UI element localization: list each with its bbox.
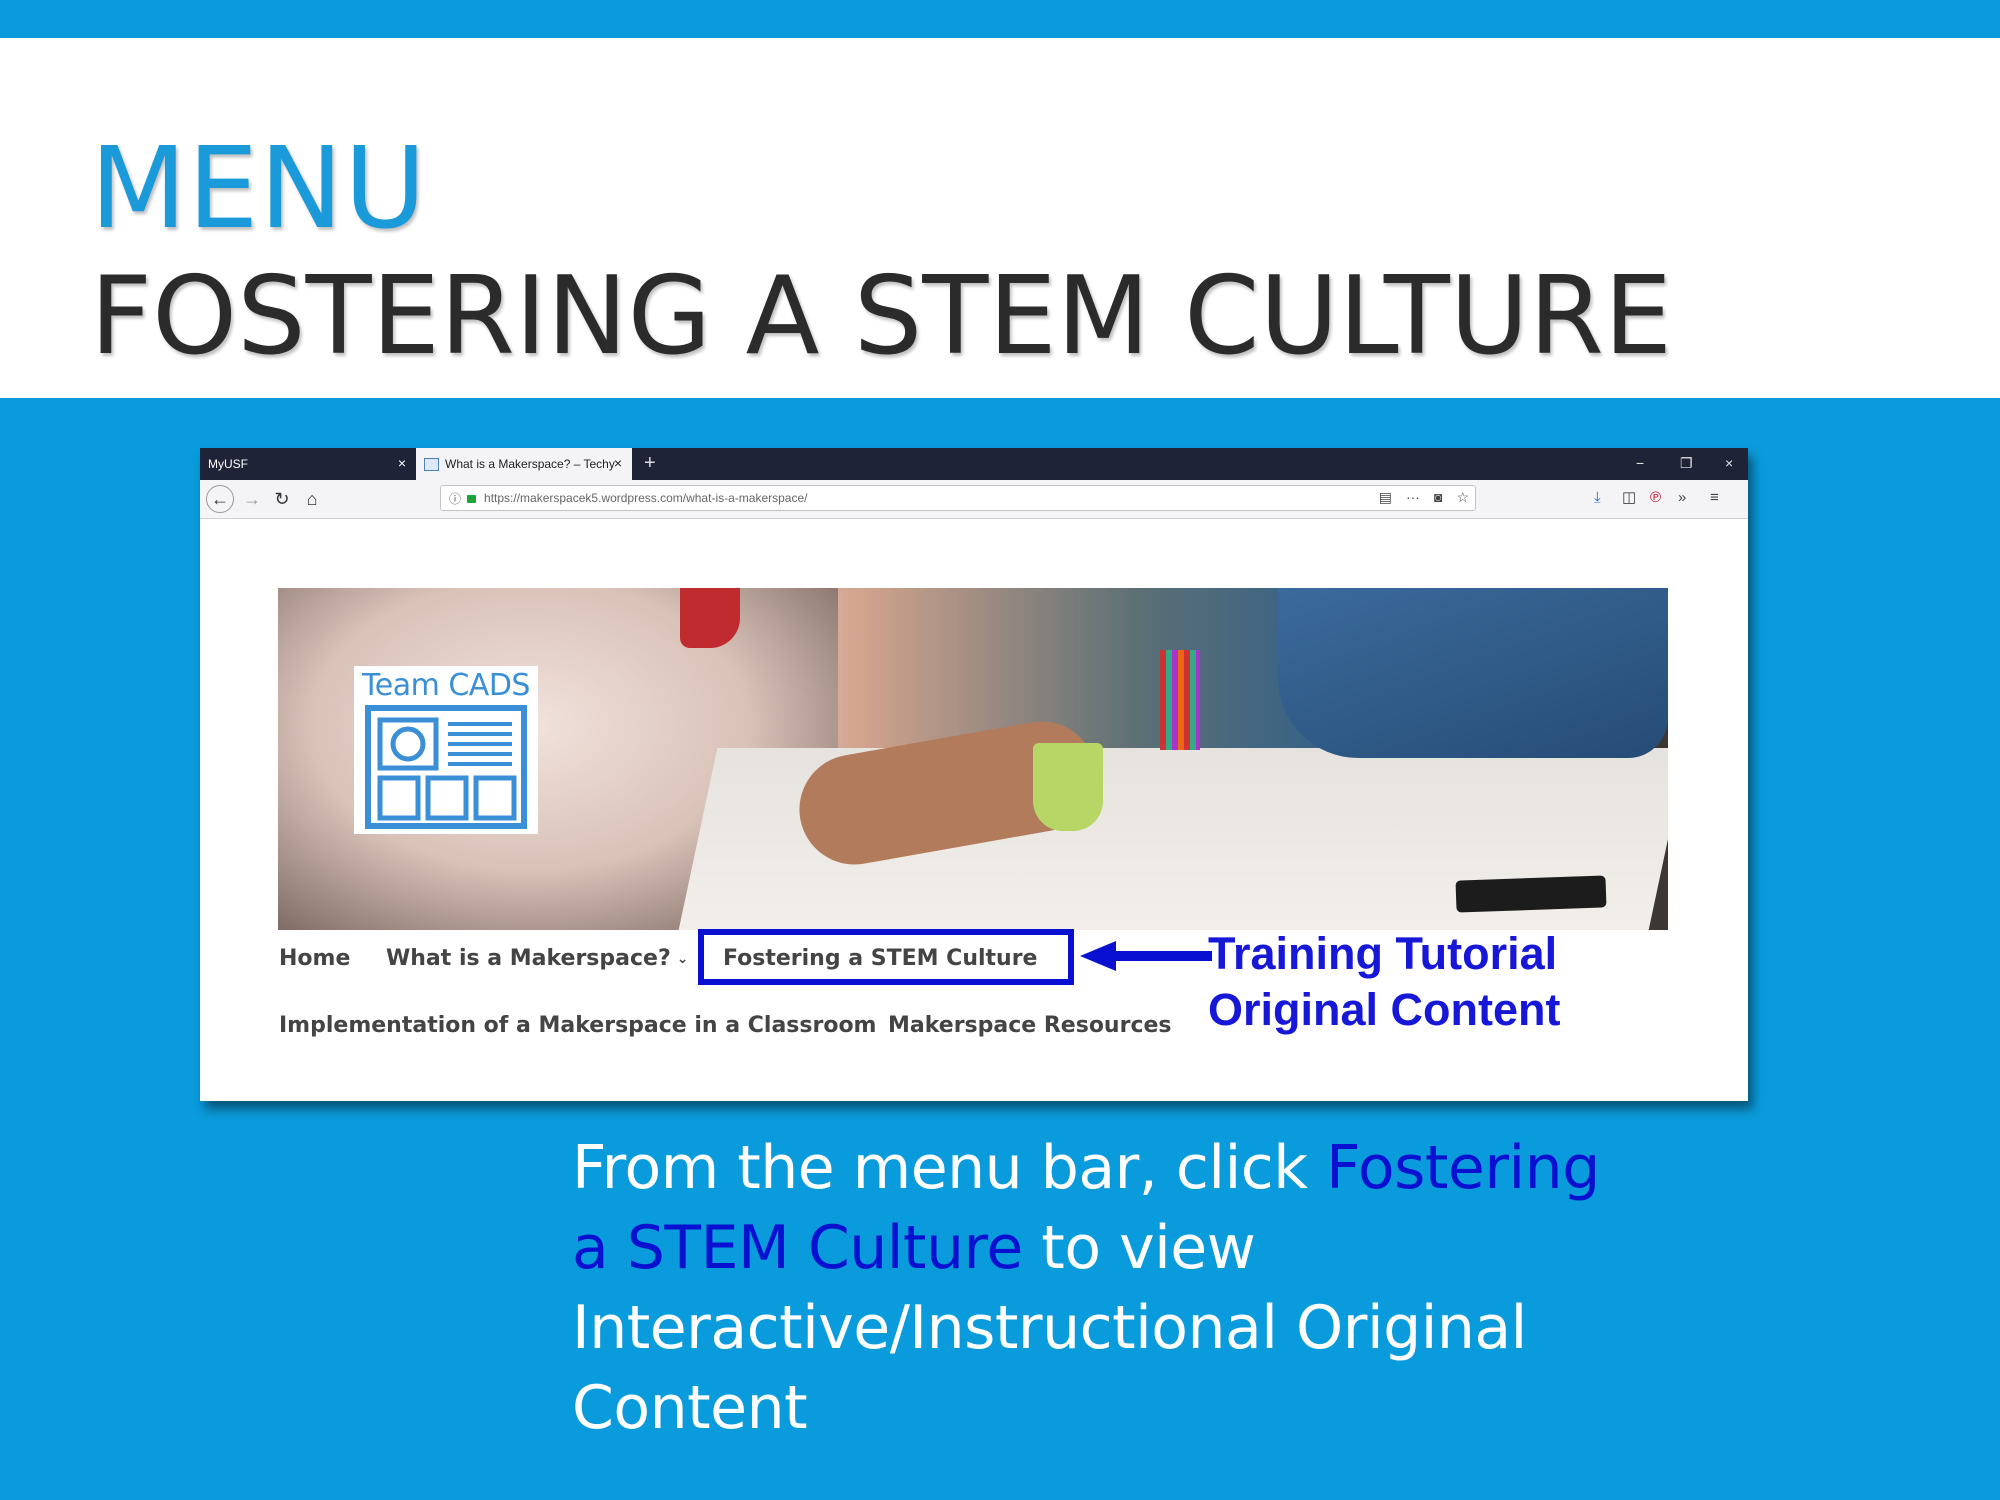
window-close-icon[interactable]: × bbox=[1725, 454, 1733, 472]
slide-title: MENU bbox=[90, 124, 428, 254]
download-icon[interactable]: ⤓ bbox=[1594, 489, 1601, 507]
favicon-icon bbox=[424, 457, 439, 471]
instruction-before: From the menu bar, click bbox=[572, 1133, 1327, 1203]
title-area: MENU FOSTERING A STEM CULTURE bbox=[0, 38, 2000, 398]
top-accent-band bbox=[0, 0, 2000, 38]
minimize-icon[interactable]: − bbox=[1636, 454, 1644, 472]
forward-icon[interactable]: → bbox=[240, 487, 264, 511]
home-icon[interactable]: ⌂ bbox=[300, 487, 324, 511]
tab-title: What is a Makerspace? – Techy bbox=[445, 457, 615, 471]
info-icon[interactable]: ⓘ bbox=[449, 490, 461, 507]
annotation-callout: Training Tutorial Original Content bbox=[1208, 926, 1628, 1038]
highlight-box bbox=[698, 929, 1074, 985]
photo-phone bbox=[1455, 875, 1607, 913]
menu-item-what-is-a-makerspace[interactable]: What is a Makerspace? ⌄ bbox=[386, 946, 688, 971]
browser-nav-bar: ← → ↻ ⌂ ⓘ https://makerspacek5.wordpress… bbox=[200, 480, 1748, 519]
hamburger-menu-icon[interactable]: ≡ bbox=[1710, 489, 1719, 507]
menu-item-makerspace-resources[interactable]: Makerspace Resources bbox=[888, 1013, 1172, 1038]
browser-screenshot: MyUSF × What is a Makerspace? – Techy × … bbox=[200, 448, 1748, 1101]
menu-item-implementation[interactable]: Implementation of a Makerspace in a Clas… bbox=[279, 1013, 876, 1038]
menu-item-label: What is a Makerspace? bbox=[386, 946, 671, 971]
photo-person-seated bbox=[1278, 588, 1668, 758]
sidebar-icon[interactable]: ◫ bbox=[1622, 489, 1636, 507]
url-actions: ▤ ··· ◙ ☆ bbox=[1379, 489, 1469, 506]
instruction-text: From the menu bar, click Fostering a STE… bbox=[572, 1128, 1632, 1448]
tab-close-icon[interactable]: × bbox=[398, 456, 406, 470]
annotation-line-2: Original Content bbox=[1208, 984, 1561, 1035]
arrow-left-icon bbox=[1080, 941, 1212, 971]
back-icon[interactable]: ← bbox=[206, 485, 234, 513]
pinterest-icon[interactable]: ℗ bbox=[1650, 489, 1661, 507]
layout-logo-icon bbox=[365, 705, 527, 829]
new-tab-icon[interactable]: + bbox=[644, 452, 656, 474]
tab-myusf[interactable]: MyUSF × bbox=[200, 448, 416, 480]
menu-item-home[interactable]: Home bbox=[279, 946, 350, 971]
photo-scarf bbox=[680, 588, 740, 648]
browser-tab-bar: MyUSF × What is a Makerspace? – Techy × … bbox=[200, 448, 1748, 480]
chevron-down-icon: ⌄ bbox=[676, 951, 689, 967]
url-text: https://makerspacek5.wordpress.com/what-… bbox=[484, 491, 808, 505]
overflow-icon[interactable]: » bbox=[1678, 489, 1686, 507]
url-bar[interactable]: ⓘ https://makerspacek5.wordpress.com/wha… bbox=[440, 485, 1476, 511]
tab-what-is-a-makerspace[interactable]: What is a Makerspace? – Techy × bbox=[416, 448, 632, 480]
photo-markers bbox=[1160, 650, 1200, 750]
lock-icon bbox=[467, 495, 477, 503]
pocket-icon[interactable]: ◙ bbox=[1434, 489, 1442, 506]
header-photo: Team CADS bbox=[278, 588, 1668, 930]
restore-icon[interactable]: ❐ bbox=[1680, 454, 1693, 472]
photo-cup bbox=[1033, 743, 1103, 831]
annotation-line-1: Training Tutorial bbox=[1208, 928, 1558, 979]
tab-title: MyUSF bbox=[208, 457, 248, 471]
tab-close-icon[interactable]: × bbox=[614, 456, 622, 470]
reader-view-icon[interactable]: ▤ bbox=[1379, 489, 1392, 506]
slide-subtitle: FOSTERING A STEM CULTURE bbox=[90, 254, 1673, 379]
bookmark-star-icon[interactable]: ☆ bbox=[1456, 489, 1469, 506]
reload-icon[interactable]: ↻ bbox=[270, 487, 294, 511]
team-cads-logo[interactable]: Team CADS bbox=[354, 666, 538, 834]
page-actions-icon[interactable]: ··· bbox=[1406, 489, 1420, 506]
